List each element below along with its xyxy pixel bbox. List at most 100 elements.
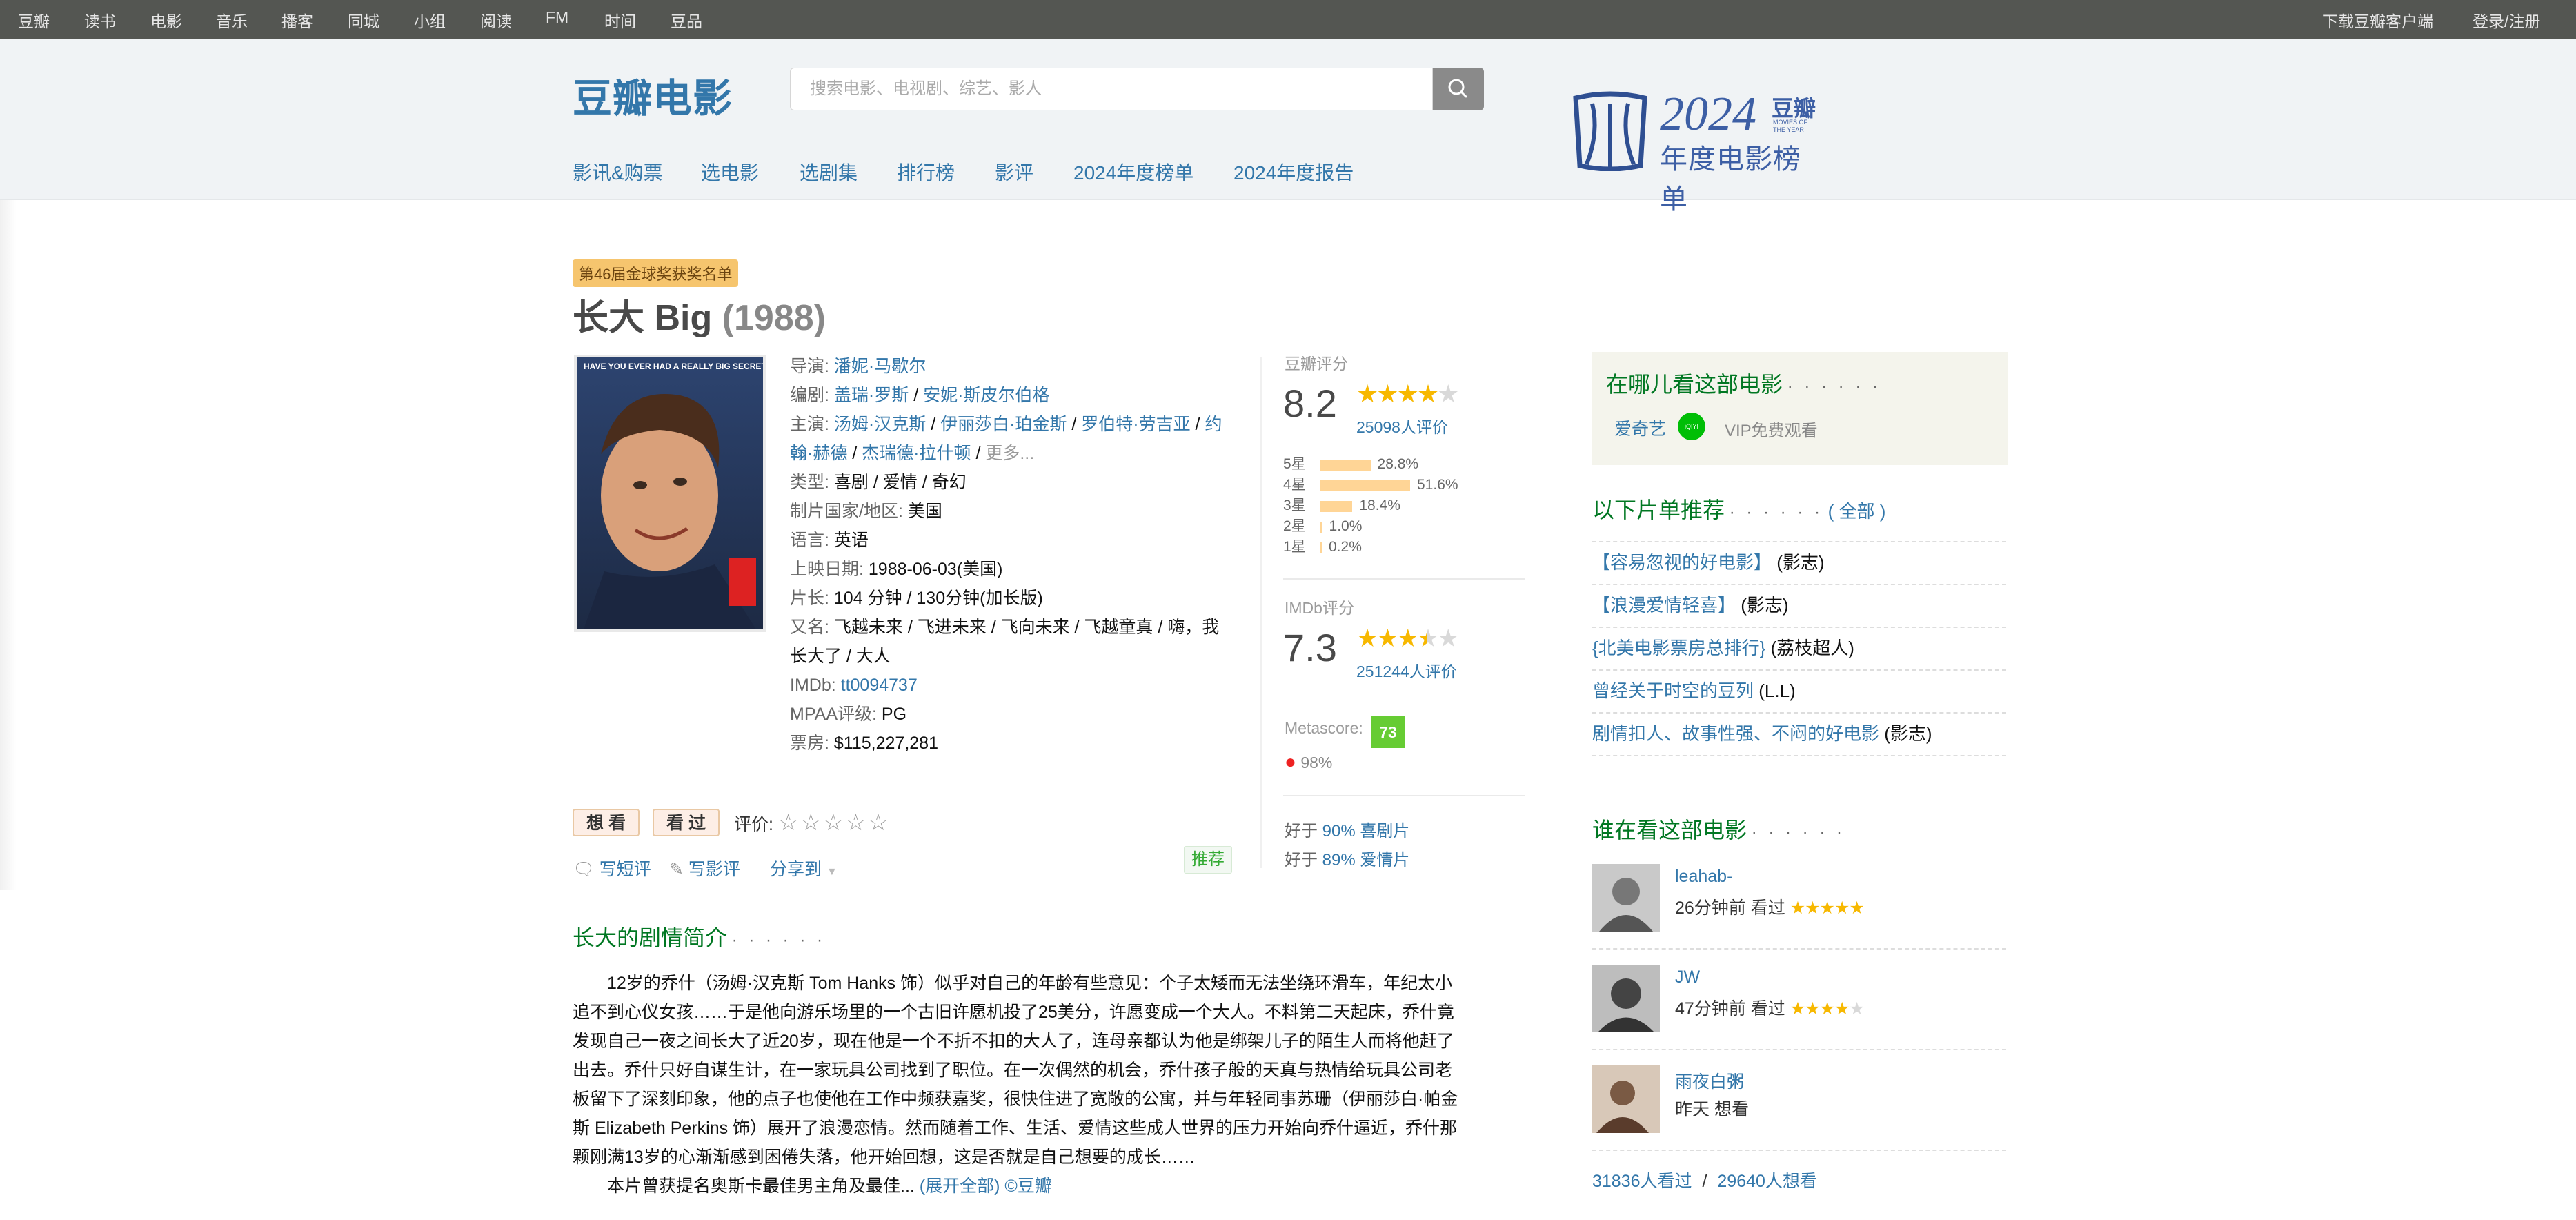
login-register-link[interactable]: 登录/注册	[2473, 8, 2540, 32]
boxoffice-label: 票房:	[790, 734, 829, 753]
watcher-name[interactable]: 雨夜白粥	[1675, 1068, 1744, 1093]
cast-link-1[interactable]: 汤姆·汉克斯	[834, 415, 926, 434]
mpaa-label: MPAA评级:	[790, 705, 877, 724]
tomato-score[interactable]: ● 98%	[1285, 751, 1332, 773]
list-link[interactable]: 【容易忽视的好电影】	[1592, 552, 1772, 573]
watcher-name[interactable]: leahab-	[1675, 867, 1732, 887]
watcher-meta: 47分钟前 看过 ★★★★★	[1675, 995, 1865, 1020]
director-label: 导演	[790, 357, 825, 376]
list-author: (荔枝超人)	[1770, 638, 1854, 658]
avatar[interactable]	[1592, 965, 1660, 1032]
douban-stars: ★★★★★	[1356, 380, 1459, 409]
list-link[interactable]: 【浪漫爱情轻喜】	[1592, 595, 1736, 616]
award-badge[interactable]: 第46届金球奖获奖名单	[573, 259, 739, 287]
metascore-badge[interactable]: 73	[1371, 716, 1405, 748]
genre-row: 类型: 喜剧 / 爱情 / 奇幻	[790, 468, 967, 497]
want-to-watch-button[interactable]: 想 看	[573, 809, 640, 836]
imdb-rating-count[interactable]: 251244人评价	[1356, 658, 1457, 682]
nav-charts[interactable]: 排行榜	[897, 158, 955, 186]
page-title: 长大 Big (1988)	[573, 288, 826, 340]
hist-row-4[interactable]: 4星 51.6%	[1283, 475, 1490, 495]
hist-bar	[1320, 542, 1322, 553]
better-genre-link[interactable]: 爱情片	[1360, 851, 1409, 869]
nav-reviews[interactable]: 影评	[995, 158, 1033, 186]
global-nav-group[interactable]: 小组	[414, 8, 446, 32]
nav-2024-report[interactable]: 2024年度报告	[1233, 158, 1354, 186]
better-pct[interactable]: 90%	[1322, 822, 1356, 840]
rate-stars[interactable]: ☆☆☆☆☆	[778, 809, 891, 835]
global-nav-book[interactable]: 读书	[84, 8, 116, 32]
global-nav-movie[interactable]: 电影	[150, 8, 182, 32]
director-link[interactable]: 潘妮·马歇尔	[834, 357, 926, 376]
site-logo[interactable]: 豆瓣电影	[573, 67, 733, 124]
nav-explore-movies[interactable]: 选电影	[701, 158, 759, 186]
cast-link-5[interactable]: 杰瑞德·拉什顿	[862, 444, 971, 463]
writer-link-1[interactable]: 盖瑞·罗斯	[834, 386, 909, 405]
synopsis-line: 颗刚满13岁的心渐渐感到困倦失落，他开始回想，这是否就是自己想要的成长……	[573, 1148, 1196, 1167]
global-nav-market[interactable]: 豆品	[671, 8, 702, 32]
nav-tickets[interactable]: 影讯&购票	[573, 158, 663, 186]
writer-label: 编剧	[790, 386, 825, 405]
cast-link-4a[interactable]: 约	[1205, 415, 1222, 434]
annual-caption: 年度电影榜单	[1660, 144, 1801, 215]
share-link[interactable]: 分享到	[770, 860, 822, 879]
expand-synopsis-link[interactable]: (展开全部)	[920, 1177, 1000, 1196]
synopsis-title: 长大的剧情简介	[573, 925, 728, 950]
better-pct[interactable]: 89%	[1322, 851, 1356, 869]
douban-rating-count[interactable]: 25098人评价	[1356, 414, 1448, 437]
global-nav-time[interactable]: 时间	[604, 8, 636, 32]
watcher-action: 看过	[1750, 999, 1785, 1019]
avatar[interactable]	[1592, 1065, 1660, 1133]
nav-explore-tv[interactable]: 选剧集	[800, 158, 858, 186]
list-link[interactable]: {北美电影票房总排行}	[1592, 638, 1765, 658]
release-value: 1988-06-03(美国)	[868, 560, 1003, 579]
synopsis-line: 斯 Elizabeth Perkins 饰）展开了浪漫恋情。然而随着工作、生活、…	[573, 1119, 1458, 1138]
recommend-button[interactable]: 推荐	[1184, 846, 1232, 874]
cast-more-link[interactable]: 更多...	[985, 444, 1034, 463]
search-button[interactable]	[1433, 68, 1484, 110]
cast-link-2[interactable]: 伊丽莎白·珀金斯	[940, 415, 1067, 434]
share-dropdown[interactable]: 分享到 ▼	[770, 856, 838, 880]
write-short-review-link[interactable]: 写短评	[600, 860, 651, 879]
synopsis-line: 板留下了深刻印象，他的点子也使他在工作中频获嘉奖，很快住进了宽敞的公寓，并与年轻…	[573, 1090, 1458, 1109]
writer-link-2[interactable]: 安妮·斯皮尔伯格	[923, 386, 1049, 405]
list-link[interactable]: 剧情扣人、故事性强、不闷的好电影	[1592, 723, 1879, 744]
list-link[interactable]: 曾经关于时空的豆列	[1592, 680, 1754, 701]
cast-link-3[interactable]: 罗伯特·劳吉亚	[1081, 415, 1190, 434]
global-nav-read[interactable]: 阅读	[480, 8, 512, 32]
nav-2024-lists[interactable]: 2024年度榜单	[1073, 158, 1193, 186]
global-nav-music[interactable]: 音乐	[216, 8, 248, 32]
hist-row-5[interactable]: 5星 28.8%	[1283, 454, 1490, 475]
global-nav-local[interactable]: 同城	[348, 8, 379, 32]
global-nav-douban[interactable]: 豆瓣	[18, 8, 50, 32]
seen-count-link[interactable]: 31836人看过	[1592, 1172, 1692, 1191]
annual-list-banner[interactable]: 2024 豆瓣 MOVIES OF THE YEAR 年度电影榜单	[1572, 88, 1820, 215]
lists-all-link[interactable]: ( 全部 )	[1828, 501, 1886, 522]
search-input[interactable]: 搜索电影、电视剧、综艺、影人	[790, 68, 1433, 110]
imdb-stars: ★★★★★	[1356, 624, 1459, 653]
global-nav-fm[interactable]: FM	[546, 8, 568, 27]
download-app-link[interactable]: 下载豆瓣客户端	[2322, 8, 2433, 32]
movie-year: (1988)	[722, 298, 826, 338]
watcher-name[interactable]: JW	[1675, 967, 1700, 987]
rate-label: 评价:	[734, 815, 773, 834]
metascore-label: Metascore:	[1285, 719, 1363, 737]
imdb-link[interactable]: tt0094737	[841, 676, 918, 695]
copyright-link[interactable]: ©豆瓣	[1004, 1177, 1051, 1196]
hist-row-3[interactable]: 3星 18.4%	[1283, 495, 1490, 516]
avatar[interactable]	[1592, 864, 1660, 932]
movie-poster[interactable]: HAVE YOU EVER HAD A REALLY BIG SECRET?	[577, 357, 763, 629]
watched-button[interactable]: 看 过	[653, 809, 720, 836]
aka-row-2: 长大了 / 大人	[790, 642, 891, 671]
better-genre-link[interactable]: 喜剧片	[1360, 822, 1409, 840]
want-count-link[interactable]: 29640人想看	[1717, 1172, 1817, 1191]
aka-label: 又名:	[790, 618, 829, 637]
global-nav-podcast[interactable]: 播客	[281, 8, 313, 32]
list-author: (L.L)	[1758, 680, 1796, 701]
cast-link-4b[interactable]: 翰·赫德	[790, 444, 847, 463]
write-review-link[interactable]: 写影评	[688, 860, 740, 879]
hist-row-2[interactable]: 2星 1.0%	[1283, 516, 1490, 537]
tomato-icon: ●	[1285, 751, 1296, 772]
hist-row-1[interactable]: 1星 0.2%	[1283, 537, 1490, 558]
platform-iqiyi-link[interactable]: 爱奇艺	[1614, 415, 1666, 440]
